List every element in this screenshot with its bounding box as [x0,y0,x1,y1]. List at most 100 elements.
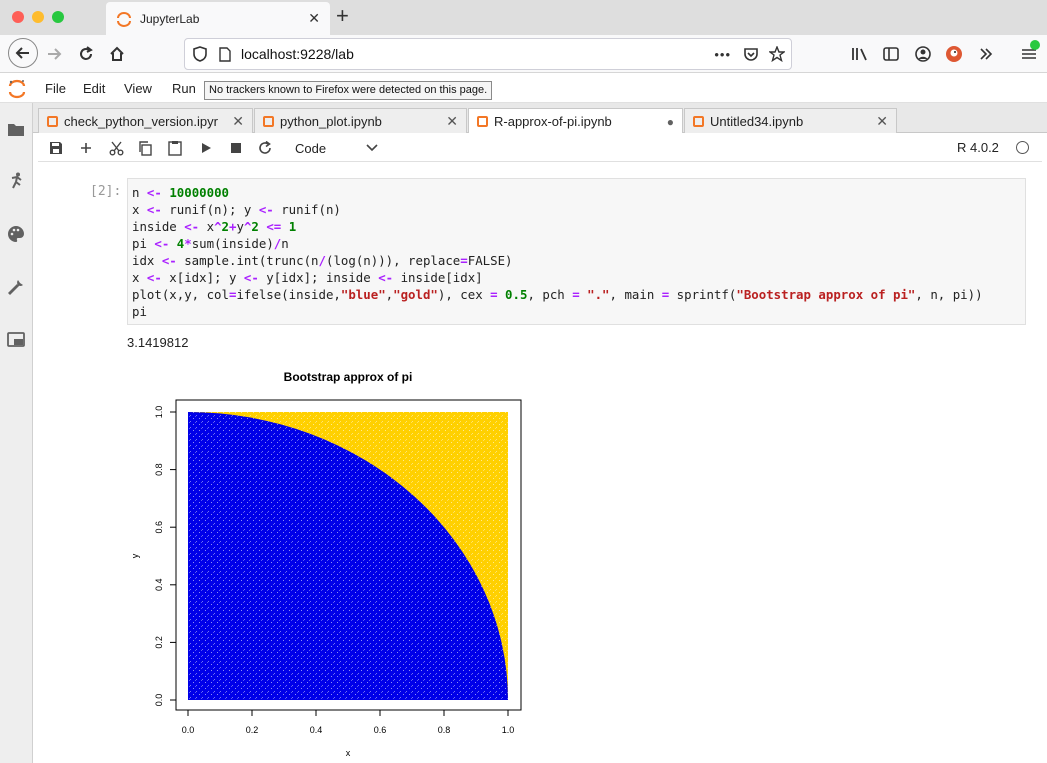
code-line: pi <- 4*sum(inside)/n [132,236,289,251]
y-tick-label: 0.4 [154,579,164,592]
copy-button[interactable] [136,139,154,157]
close-tab-icon[interactable]: ✕ [308,10,320,27]
running-kernels-button[interactable] [5,170,27,192]
x-tick-label: 0.4 [310,725,323,735]
duckduckgo-icon [946,46,962,62]
x-tick-label: 0.0 [182,725,195,735]
bookmark-star-icon[interactable] [769,46,785,62]
notebook-tab-bar: check_python_version.ipyr ✕ python_plot.… [33,103,1047,134]
x-tick-label: 0.2 [246,725,259,735]
notebook-toolbar: Code R 4.0.2 [38,133,1042,162]
close-icon[interactable]: ✕ [446,113,458,130]
url-bar[interactable]: localhost:9228/lab ••• [184,38,792,70]
close-icon[interactable]: ✕ [876,113,888,130]
minimize-window-button[interactable] [32,11,44,23]
code-line: x <- runif(n); y <- runif(n) [132,202,341,217]
app-menu-button[interactable] [1015,40,1043,68]
url-text[interactable]: localhost:9228/lab [241,46,714,62]
notebook-icon [477,116,488,127]
menu-run[interactable]: Run [172,81,196,96]
save-icon [50,142,62,154]
page-info-icon[interactable] [219,46,231,62]
code-line: n <- 10000000 [132,185,229,200]
duckduckgo-button[interactable] [940,40,968,68]
tracking-shield-icon[interactable] [193,46,207,62]
overflow-menu-button[interactable] [972,40,1000,68]
running-icon [11,172,22,189]
kernel-name[interactable]: R 4.0.2 [957,140,999,155]
reload-button[interactable] [72,40,100,68]
tab-label: python_plot.ipynb [280,113,382,129]
code-cell-editor[interactable]: n <- 10000000 x <- runif(n); y <- runif(… [127,178,1026,325]
browser-tab[interactable]: JupyterLab ✕ [106,2,330,35]
close-icon[interactable]: ✕ [232,113,244,130]
plus-icon [81,143,91,153]
y-tick-label: 0.8 [154,463,164,476]
menu-file[interactable]: File [45,81,66,96]
tab-check-python-version[interactable]: check_python_version.ipyr ✕ [38,108,253,133]
tab-label: check_python_version.ipyr [64,113,218,129]
update-badge-icon [1030,40,1040,50]
library-button[interactable] [846,40,874,68]
cut-button[interactable] [107,139,125,157]
tab-python-plot[interactable]: python_plot.ipynb ✕ [254,108,467,133]
navigation-bar: localhost:9228/lab ••• [0,35,1047,73]
interrupt-kernel-button[interactable] [227,139,245,157]
back-button[interactable] [8,38,38,68]
x-tick-label: 1.0 [502,725,515,735]
restart-kernel-button[interactable] [256,139,274,157]
code-line: x <- x[idx]; y <- y[idx]; inside <- insi… [132,270,483,285]
tabs-icon [7,331,25,347]
save-button[interactable] [47,139,65,157]
browser-tab-bar: JupyterLab ✕ + [0,0,1047,35]
pocket-icon[interactable] [743,46,759,62]
maximize-window-button[interactable] [52,11,64,23]
close-window-button[interactable] [12,11,24,23]
y-axis-label: y [130,553,140,558]
scatter-plot: Bootstrap approx of pi 0.0 0.2 0.4 0.6 0… [130,370,522,758]
new-tab-button[interactable]: + [336,5,349,27]
tab-r-approx-of-pi[interactable]: R-approx-of-pi.ipynb ● [468,108,683,134]
account-icon [915,46,931,62]
x-tick-label: 0.6 [374,725,387,735]
account-button[interactable] [909,40,937,68]
x-tick-label: 0.8 [438,725,451,735]
cell-type-select[interactable]: Code [290,138,378,158]
forward-button[interactable] [40,40,68,68]
restart-icon [259,141,271,154]
notebook-icon [47,115,58,127]
library-icon [852,48,867,61]
code-line: plot(x,y, col=ifelse(inside,"blue","gold… [132,287,983,302]
tab-untitled34[interactable]: Untitled34.ipynb ✕ [684,108,897,133]
jupyter-menu-bar: File Edit View Run [0,74,1047,103]
code-line: inside <- x^2+y^2 <= 1 [132,219,297,234]
tab-label: Untitled34.ipynb [710,113,804,129]
settings-button[interactable] [5,276,27,298]
code-line: idx <- sample.int(trunc(n/(log(n))), rep… [132,253,513,268]
unsaved-dot-icon[interactable]: ● [667,115,674,129]
tab-label: R-approx-of-pi.ipynb [494,114,612,129]
menu-view[interactable]: View [124,81,152,96]
sidebar-icon [883,47,899,61]
clipboard-icon [168,141,182,156]
left-sidebar [0,103,33,763]
paste-button[interactable] [166,139,184,157]
menu-edit[interactable]: Edit [83,81,105,96]
tabs-panel-button[interactable] [5,328,27,350]
forward-arrow-icon [48,48,62,60]
cell-type-value: Code [295,140,327,156]
y-tick-label: 0.0 [154,694,164,707]
scissors-icon [109,141,123,155]
property-inspector-button[interactable] [5,223,27,245]
sidebar-toggle-button[interactable] [877,40,905,68]
plot-title: Bootstrap approx of pi [284,370,413,384]
run-cell-button[interactable] [197,139,215,157]
y-tick-label: 0.2 [154,636,164,649]
cell-output-value: 3.1419812 [127,335,189,350]
y-tick-label: 0.6 [154,521,164,534]
file-browser-button[interactable] [5,118,27,140]
notebook-icon [693,115,704,127]
insert-cell-button[interactable] [77,139,95,157]
home-button[interactable] [103,40,131,68]
page-actions-icon[interactable]: ••• [714,47,731,62]
